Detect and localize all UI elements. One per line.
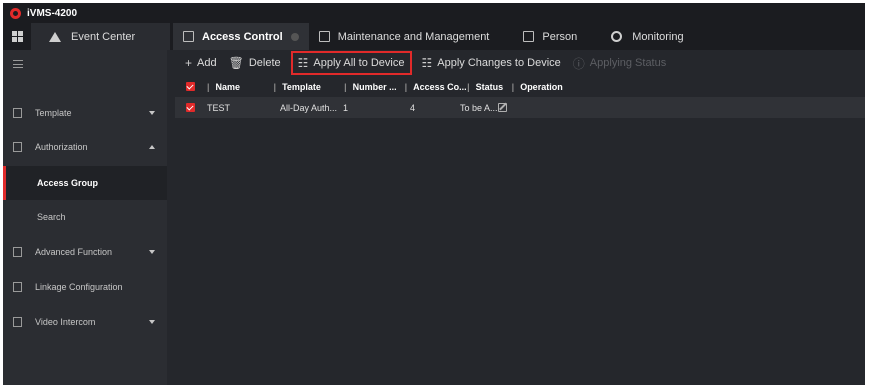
column-header-status[interactable]: Status (476, 82, 512, 92)
applying-status-button[interactable]: ⓘ Applying Status (567, 51, 672, 75)
sidebar-item-label: Linkage Configuration (35, 282, 123, 292)
tab-label: Event Center (71, 30, 136, 43)
sidebar-item-advanced-function[interactable]: Advanced Function (3, 235, 167, 269)
tab-maintenance-and-management[interactable]: Maintenance and Management (309, 23, 500, 50)
add-button[interactable]: + Add (179, 51, 223, 75)
sidebar-item-label: Video Intercom (35, 317, 96, 327)
tab-label: Person (542, 30, 578, 43)
cell-status: To be A... (460, 102, 498, 113)
apply-changes-to-device-button[interactable]: ☷ Apply Changes to Device (416, 51, 567, 75)
sidebar-item-label: Authorization (35, 142, 88, 152)
access-group-table: | Name | Template | Number ... | Access … (175, 76, 865, 118)
edit-icon[interactable] (498, 103, 507, 112)
bell-icon (49, 31, 61, 42)
template-icon (13, 108, 22, 118)
column-header-number[interactable]: Number ... (353, 82, 405, 92)
tab-monitoring[interactable]: Monitoring (601, 23, 693, 50)
select-all-checkbox[interactable] (186, 82, 195, 91)
tab-label: Monitoring (632, 30, 684, 43)
sidebar-item-search[interactable]: Search (3, 200, 167, 234)
apply-all-label: Apply All to Device (313, 57, 405, 69)
row-checkbox[interactable] (186, 103, 195, 112)
apply-changes-icon: ☷ (421, 56, 433, 70)
tab-access-control[interactable]: Access Control (173, 23, 309, 50)
info-icon: ⓘ (572, 56, 585, 71)
tab-label: Maintenance and Management (337, 30, 490, 43)
cell-template: All-Day Auth... (280, 102, 338, 113)
sidebar-item-linkage-configuration[interactable]: Linkage Configuration (3, 270, 167, 304)
linkage-icon (13, 282, 22, 292)
column-header-name[interactable]: Name (216, 82, 274, 92)
sidebar-item-label: Access Group (37, 178, 99, 188)
app-logo-icon (10, 7, 21, 19)
cell-name: TEST (207, 102, 231, 113)
sidebar: Template Authorization Access Group Sear… (3, 50, 167, 385)
column-header-access-count[interactable]: Access Co... (413, 82, 467, 92)
plus-icon: + (185, 56, 193, 70)
add-label: Add (197, 57, 217, 69)
cell-access-count: 4 (410, 102, 416, 113)
camera-icon (611, 31, 623, 42)
apply-device-icon: ☷ (297, 56, 309, 70)
sidebar-item-authorization[interactable]: Authorization (3, 130, 167, 164)
table-header: | Name | Template | Number ... | Access … (175, 76, 865, 97)
access-control-icon (183, 31, 194, 42)
main-tab-bar: Event Center Access Control Maintenance … (3, 23, 865, 50)
cell-number: 1 (343, 102, 349, 113)
module-grid-button[interactable] (3, 23, 31, 50)
tab-person[interactable]: Person (513, 23, 587, 50)
sidebar-item-label: Search (37, 212, 66, 222)
chevron-down-icon (149, 111, 155, 115)
table-row[interactable]: TEST All-Day Auth... 1 4 To be A... (175, 97, 865, 118)
sidebar-item-label: Template (35, 108, 72, 118)
person-icon (523, 31, 535, 42)
title-bar: iVMS-4200 (3, 3, 865, 23)
chevron-down-icon (149, 250, 155, 254)
sidebar-item-access-group[interactable]: Access Group (3, 166, 167, 200)
app-title: iVMS-4200 (27, 7, 78, 19)
grid-icon (11, 31, 23, 42)
applying-status-label: Applying Status (589, 57, 667, 69)
column-header-operation: Operation (520, 81, 563, 92)
sidebar-item-video-intercom[interactable]: Video Intercom (3, 305, 167, 339)
tab-label: Access Control (202, 30, 283, 43)
app-window: iVMS-4200 Event Center Access Control Ma… (3, 3, 865, 385)
intercom-icon (13, 317, 22, 327)
menu-toggle-icon[interactable] (13, 60, 23, 68)
maintenance-icon (318, 31, 330, 42)
trash-icon: 🗑︎ (228, 56, 244, 70)
apply-all-to-device-button[interactable]: ☷ Apply All to Device (290, 51, 412, 75)
advanced-icon (13, 247, 22, 257)
delete-label: Delete (248, 57, 281, 69)
toolbar: + Add 🗑︎ Delete ☷ Apply All to Device ☷ … (167, 50, 865, 76)
close-tab-icon[interactable] (290, 32, 299, 41)
apply-changes-label: Apply Changes to Device (437, 57, 561, 69)
lock-icon (13, 142, 22, 152)
chevron-up-icon (149, 145, 155, 149)
delete-button[interactable]: 🗑︎ Delete (223, 51, 287, 75)
column-header-template[interactable]: Template (282, 82, 344, 92)
chevron-down-icon (149, 320, 155, 324)
tab-event-center[interactable]: Event Center (31, 23, 170, 50)
sidebar-item-template[interactable]: Template (3, 96, 167, 130)
sidebar-item-label: Advanced Function (35, 247, 113, 257)
